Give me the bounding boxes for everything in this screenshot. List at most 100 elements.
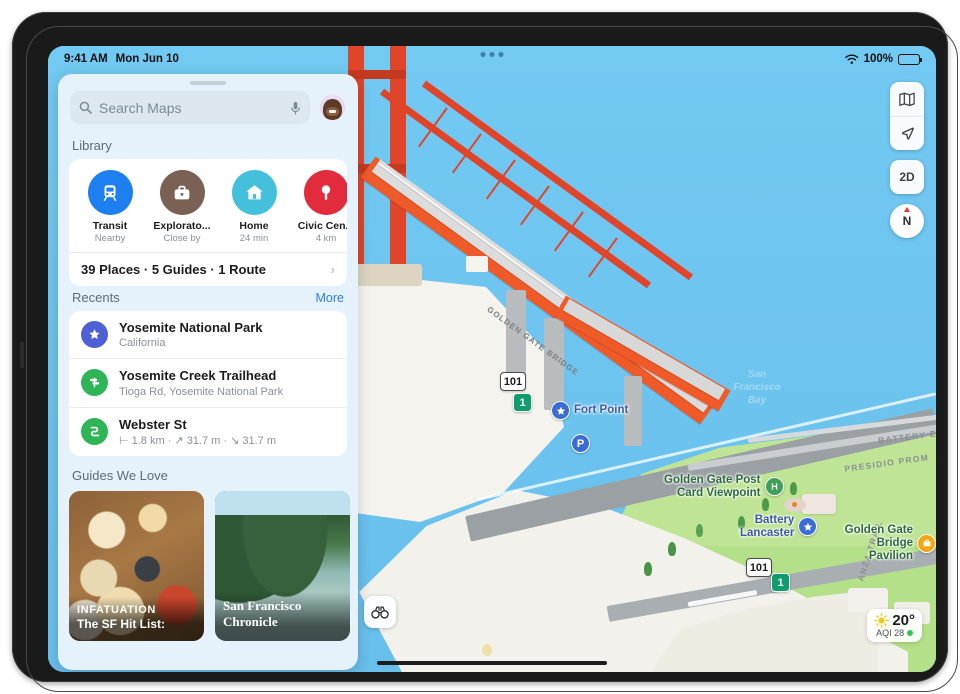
locate-button[interactable] bbox=[890, 116, 924, 150]
bay-label-line-3: Bay bbox=[747, 395, 767, 406]
sidebar-grabber[interactable] bbox=[190, 81, 226, 85]
golden-gate-bridge: GOLDEN GATE BRIDGE bbox=[338, 46, 758, 596]
list-item-text: Yosemite Creek Trailhead Tioga Rd, Yosem… bbox=[119, 368, 283, 397]
multitask-dot bbox=[480, 52, 486, 57]
search-input[interactable]: Search Maps bbox=[70, 91, 310, 124]
screenshot-root: GOLDEN GATE BRIDGE San Francisco Bay PRE… bbox=[0, 0, 960, 694]
maps-sidebar: Search Maps Library Transit Nearby Explo… bbox=[58, 74, 358, 670]
star-icon bbox=[81, 321, 108, 349]
location-arrow-icon bbox=[901, 127, 914, 140]
guides-section-title: Guides We Love bbox=[72, 467, 168, 483]
bridge-suspender bbox=[451, 133, 482, 174]
bridge-approach-roadway bbox=[562, 298, 726, 401]
dimension-toggle-button[interactable]: 2D bbox=[890, 160, 924, 194]
memoji-icon bbox=[323, 99, 342, 120]
recents-header: Recents More bbox=[58, 286, 358, 311]
library-item-exploratorium[interactable]: Explorato... Close by bbox=[152, 170, 212, 244]
status-bar-left: 9:41 AM Mon Jun 10 bbox=[64, 53, 179, 65]
recents-item-title: Webster St bbox=[119, 416, 187, 432]
sand-patch bbox=[482, 644, 492, 656]
library-item-civic-center[interactable]: Civic Cen... 4 km bbox=[296, 170, 347, 244]
list-item[interactable]: Yosemite National Park California bbox=[69, 311, 347, 358]
library-item-sub: 4 km bbox=[315, 233, 337, 244]
recents-item-sub: Tioga Rd, Yosemite National Park bbox=[119, 385, 284, 398]
search-icon bbox=[79, 101, 92, 114]
library-item-label: Explorato... bbox=[153, 220, 211, 232]
recents-more-button[interactable]: More bbox=[316, 291, 344, 305]
bay-label: San Francisco Bay bbox=[712, 368, 802, 407]
user-avatar[interactable] bbox=[319, 94, 346, 121]
look-around-button[interactable] bbox=[364, 596, 396, 628]
poi-golden-gate-post-card-viewpoint[interactable]: Golden Gate Post Card Viewpoint bbox=[664, 474, 784, 500]
library-summary-row[interactable]: 39 Places · 5 Guides · 1 Route › bbox=[69, 252, 347, 286]
multitask-dot bbox=[489, 52, 495, 57]
recents-item-title: Yosemite National Park bbox=[119, 320, 263, 335]
library-card: Transit Nearby Explorato... Close by Hom… bbox=[69, 159, 347, 286]
recents-section-title: Recents bbox=[72, 290, 120, 305]
poi-label-fort-point: Fort Point bbox=[574, 404, 629, 417]
star-poi-icon bbox=[551, 401, 570, 420]
library-item-sub: Nearby bbox=[94, 233, 126, 244]
aqi-label: AQI 28 bbox=[876, 628, 905, 638]
shield-label: 101 bbox=[746, 558, 772, 577]
route-shield-1-upper[interactable]: 1 bbox=[513, 393, 532, 412]
tree-icon bbox=[762, 498, 769, 511]
library-item-sub: 24 min bbox=[239, 233, 269, 244]
guide-title: The SF Hit List: bbox=[77, 616, 165, 631]
multitask-dot bbox=[498, 52, 504, 57]
list-item[interactable]: Yosemite Creek Trailhead Tioga Rd, Yosem… bbox=[69, 358, 347, 406]
library-tiles: Transit Nearby Explorato... Close by Hom… bbox=[69, 159, 347, 252]
trail-sign-icon bbox=[81, 369, 108, 397]
parking-icon: P bbox=[571, 434, 590, 453]
highway-shield-101-lower[interactable]: 101 bbox=[746, 558, 772, 577]
weather-widget[interactable]: 20° AQI 28 bbox=[867, 609, 922, 642]
status-bar: 9:41 AM Mon Jun 10 100% bbox=[48, 46, 936, 72]
map-control-group-dimension: 2D bbox=[890, 160, 924, 194]
poi-battery-lancaster[interactable]: Battery Lancaster bbox=[740, 514, 818, 540]
poi-golden-gate-bridge-pavilion[interactable]: Golden Gate Bridge Pavilion bbox=[843, 524, 936, 563]
library-item-label: Transit bbox=[92, 220, 128, 232]
recents-card: Yosemite National Park California Yosemi… bbox=[69, 311, 347, 456]
multitask-dots-icon[interactable] bbox=[480, 52, 504, 57]
library-item-transit[interactable]: Transit Nearby bbox=[80, 170, 140, 244]
map-layers-button[interactable] bbox=[890, 82, 924, 116]
library-item-sub: Close by bbox=[163, 233, 201, 244]
list-item[interactable]: Webster St ⊢ 1.8 km · ↗ 31.7 m · ↘ 31.7 … bbox=[69, 406, 347, 456]
weather-temp-row: 20° bbox=[874, 612, 915, 629]
building-pavilion bbox=[802, 494, 836, 514]
map-pin-icon bbox=[303, 170, 347, 215]
battery-percent: 100% bbox=[863, 53, 893, 65]
bridge-suspender bbox=[417, 107, 448, 148]
bay-label-line-1: San bbox=[747, 369, 767, 380]
recents-item-sub: California bbox=[119, 337, 166, 350]
volume-button[interactable] bbox=[20, 342, 24, 368]
train-icon bbox=[87, 170, 133, 215]
library-item-home[interactable]: Home 24 min bbox=[224, 170, 284, 244]
home-indicator[interactable] bbox=[377, 661, 607, 665]
route-shield-1-lower[interactable]: 1 bbox=[771, 573, 790, 592]
weather-aqi-row: AQI 28 bbox=[874, 628, 915, 638]
highway-shield-101-upper[interactable]: 101 bbox=[500, 372, 526, 391]
star-poi-icon bbox=[798, 517, 818, 537]
microphone-icon bbox=[291, 101, 300, 115]
poi-fort-point[interactable]: Fort Point bbox=[551, 401, 628, 420]
route-icon bbox=[81, 418, 108, 446]
guides-row: INFATUATION The SF Hit List: San Francis… bbox=[58, 489, 358, 641]
bay-label-line-2: Francisco bbox=[733, 382, 781, 393]
library-item-label: Civic Cen... bbox=[297, 220, 347, 232]
guide-card-infatuation[interactable]: INFATUATION The SF Hit List: bbox=[69, 490, 204, 641]
guide-brand: INFATUATION bbox=[77, 603, 156, 616]
poi-parking[interactable]: P bbox=[571, 434, 590, 453]
building-fort-point bbox=[466, 256, 488, 272]
wifi-icon bbox=[844, 53, 858, 64]
poi-label-battery-lancaster: Battery Lancaster bbox=[740, 514, 795, 539]
briefcase-icon bbox=[159, 170, 205, 215]
bridge-tower-far-right bbox=[390, 46, 406, 272]
status-date: Mon Jun 10 bbox=[115, 53, 179, 65]
guide-card-sf-chronicle[interactable]: San Francisco Chronicle bbox=[215, 490, 350, 641]
guide-brand: San Francisco Chronicle bbox=[223, 597, 302, 629]
parking-label: P bbox=[576, 437, 585, 450]
tree-icon bbox=[696, 524, 703, 537]
chevron-right-icon: › bbox=[330, 262, 335, 277]
compass-control[interactable]: N bbox=[890, 204, 924, 238]
